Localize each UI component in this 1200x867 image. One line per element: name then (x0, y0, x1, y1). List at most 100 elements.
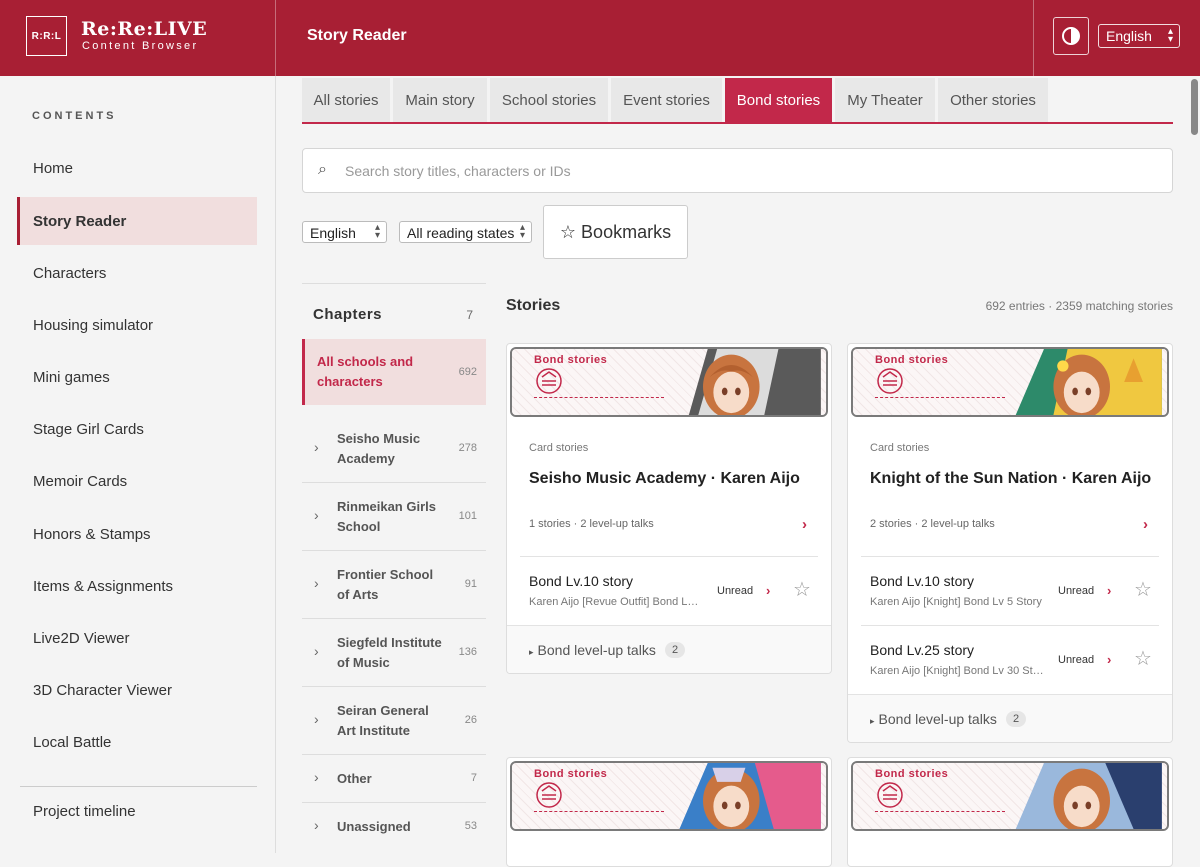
card-title[interactable]: Knight of the Sun Nation · Karen Aijo (870, 470, 1151, 488)
card-footer[interactable]: ▸ Bond level-up talks 2 (848, 694, 1172, 742)
bookmark-star-icon[interactable]: ☆ (1134, 646, 1152, 671)
tab-school-stories[interactable]: School stories (490, 78, 608, 122)
sidebar-item-project-timeline[interactable]: Project timeline (17, 787, 257, 835)
sidebar-item-3d-character-viewer[interactable]: 3D Character Viewer (17, 666, 257, 714)
card-kind: Card stories (870, 442, 930, 454)
sidebar-item-home[interactable]: Home (17, 144, 257, 192)
card-footer[interactable]: ▸ Bond level-up talks 2 (507, 625, 831, 673)
reading-status: Unread (1058, 585, 1095, 597)
chapter-item-siegfeld[interactable]: › Siegfeld Institute of Music 136 (302, 619, 486, 687)
chevron-right-icon: › (314, 817, 319, 833)
chevron-right-icon: › (314, 711, 319, 727)
story-language-select[interactable]: English ▴ ▾ (302, 221, 387, 243)
footer-label: ▸ Bond level-up talks (870, 711, 997, 727)
sidebar-item-housing-simulator[interactable]: Housing simulator (17, 301, 257, 349)
chapter-item-seisho[interactable]: › Seisho Music Academy 278 (302, 415, 486, 483)
chevron-right-icon[interactable]: › (802, 516, 807, 533)
sidebar-item-items-assignments[interactable]: Items & Assignments (17, 562, 257, 610)
card-banner[interactable]: Bond stories (510, 761, 828, 831)
chapter-count: 7 (470, 772, 477, 784)
reading-state-select[interactable]: All reading states ▴ ▾ (399, 221, 532, 243)
chapter-label: Siegfeld Institute of Music (337, 635, 442, 670)
chapter-count: 278 (458, 442, 477, 454)
tab-main-story[interactable]: Main story (393, 78, 487, 122)
chevron-right-icon[interactable]: › (1107, 583, 1111, 598)
card-banner[interactable]: Bond stories (510, 347, 828, 417)
bookmarks-label: Bookmarks (581, 221, 672, 242)
logo-subtitle: Content Browser (82, 40, 199, 52)
story-entry-subtitle: Karen Aijo [Knight] Bond Lv 5 Story (870, 596, 1042, 608)
character-portrait (1015, 349, 1162, 415)
sidebar-item-local-battle[interactable]: Local Battle (17, 718, 257, 766)
theme-toggle-button[interactable] (1053, 17, 1089, 55)
character-portrait (688, 349, 821, 415)
card-title[interactable]: Seisho Music Academy · Karen Aijo (529, 470, 800, 488)
sidebar-item-characters[interactable]: Characters (17, 249, 257, 297)
tab-bond-stories[interactable]: Bond stories (725, 78, 832, 122)
sidebar-item-honors-stamps[interactable]: Honors & Stamps (17, 510, 257, 558)
count-badge: 2 (665, 642, 686, 658)
chapters-title: Chapters (313, 306, 383, 323)
chapter-item-all[interactable]: All schools and characters 692 (302, 339, 486, 405)
banner-dashline (534, 811, 664, 812)
sidebar-item-mini-games[interactable]: Mini games (17, 353, 257, 401)
banner-dashline (534, 397, 664, 398)
chapter-item-frontier[interactable]: › Frontier School of Arts 91 (302, 551, 486, 619)
tab-other-stories[interactable]: Other stories (938, 78, 1048, 122)
story-entry-title[interactable]: Bond Lv.25 story (870, 642, 974, 658)
sidebar-item-stage-girl-cards[interactable]: Stage Girl Cards (17, 405, 257, 453)
chapter-item-other[interactable]: › Other 7 (302, 755, 486, 803)
header-divider (275, 0, 276, 76)
star-icon: ☆ (559, 221, 577, 242)
story-entry-subtitle: Karen Aijo [Knight] Bond Lv 30 Story (870, 665, 1044, 677)
chevron-right-icon[interactable]: › (1143, 516, 1148, 533)
chevron-right-icon: › (314, 575, 319, 591)
story-entry-subtitle: Karen Aijo [Revue Outfit] Bond Lv 5 Stor… (529, 596, 703, 608)
bookmark-star-icon[interactable]: ☆ (793, 577, 811, 602)
tab-event-stories[interactable]: Event stories (611, 78, 722, 122)
card-banner[interactable]: Bond stories (851, 347, 1169, 417)
tab-my-theater[interactable]: My Theater (835, 78, 935, 122)
chevron-right-icon[interactable]: › (766, 583, 770, 598)
select-arrows-icon: ▴ ▾ (1167, 26, 1173, 45)
page-title: Story Reader (307, 27, 407, 44)
chapter-item-seiran[interactable]: › Seiran General Art Institute 26 (302, 687, 486, 755)
search-input[interactable]: ⌕ Search story titles, characters or IDs (302, 148, 1173, 193)
header-divider (1033, 0, 1034, 76)
reading-status: Unread (1058, 654, 1095, 666)
chevron-right-icon: › (314, 769, 319, 785)
logo-title[interactable]: Re:Re:LIVE (81, 18, 207, 40)
chapter-item-rinmeikan[interactable]: › Rinmeikan Girls School 101 (302, 483, 486, 551)
sidebar-item-memoir-cards[interactable]: Memoir Cards (17, 457, 257, 505)
bookmarks-button[interactable]: ☆ Bookmarks (543, 205, 688, 259)
chapter-label: Frontier School of Arts (337, 567, 434, 602)
sidebar-item-story-reader[interactable]: Story Reader (17, 197, 257, 245)
story-card: Bond stories (847, 757, 1173, 867)
sidebar-item-live2d-viewer[interactable]: Live2D Viewer (17, 614, 257, 662)
school-emblem-icon (877, 368, 903, 394)
chapter-item-unassigned[interactable]: › Unassigned 53 (302, 803, 486, 851)
scrollbar-thumb[interactable] (1191, 79, 1198, 135)
chapter-count: 136 (458, 646, 477, 658)
search-placeholder: Search story titles, characters or IDs (345, 163, 571, 179)
chevron-right-icon: › (314, 439, 319, 455)
chapter-label: Unassigned (337, 819, 411, 834)
chapters-header: Chapters 7 (302, 283, 486, 339)
tab-all-stories[interactable]: All stories (302, 78, 390, 122)
chevron-right-icon[interactable]: › (1107, 652, 1111, 667)
language-select[interactable]: English ▴ ▾ (1098, 24, 1180, 48)
logo-mark[interactable]: R:R:L (26, 16, 67, 56)
story-card: Bond stories Card stories Knight of the … (847, 343, 1173, 743)
footer-text: Bond level-up talks (537, 642, 656, 658)
row-divider (520, 556, 818, 557)
bookmark-star-icon[interactable]: ☆ (1134, 577, 1152, 602)
story-entry-title[interactable]: Bond Lv.10 story (529, 573, 633, 589)
footer-label: ▸ Bond level-up talks (529, 642, 656, 658)
banner-label: Bond stories (534, 768, 608, 780)
chapter-label: Rinmeikan Girls School (337, 499, 436, 534)
search-icon: ⌕ (318, 161, 327, 178)
chapter-label: Other (337, 771, 372, 786)
chapter-count: 26 (464, 714, 477, 726)
story-entry-title[interactable]: Bond Lv.10 story (870, 573, 974, 589)
card-banner[interactable]: Bond stories (851, 761, 1169, 831)
